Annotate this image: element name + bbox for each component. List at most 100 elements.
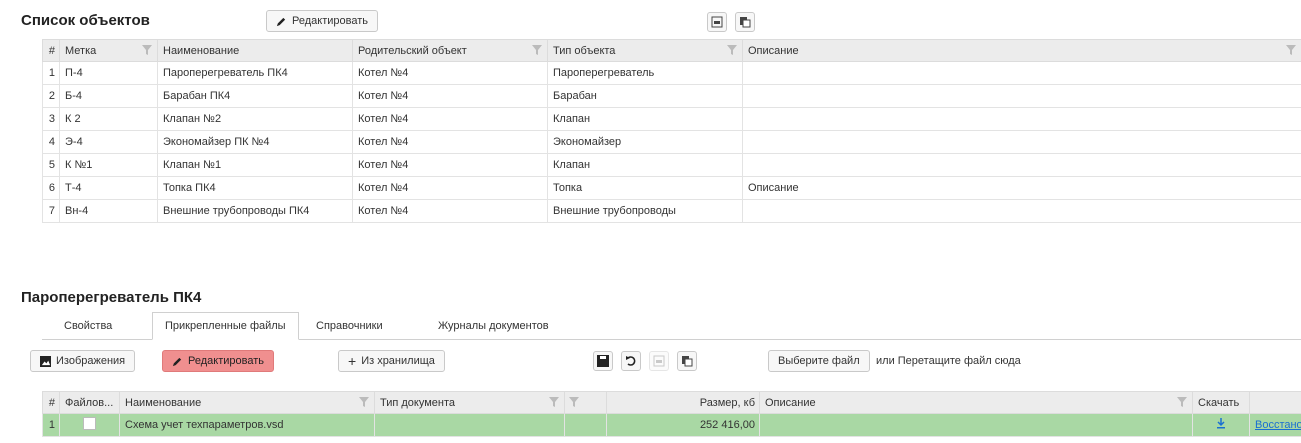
cell-parent: Котел №4 (352, 153, 548, 177)
cell-index: 6 (42, 176, 60, 200)
col-mark[interactable]: Метка (59, 39, 158, 62)
tab-document-journals[interactable]: Журналы документов (426, 312, 561, 340)
from-storage-button[interactable]: + Из хранилища (338, 350, 445, 372)
col-index[interactable]: # (42, 39, 60, 62)
files-col-name[interactable]: Наименование (119, 391, 375, 414)
table-row[interactable]: 5 К №1 Клапан №1 Котел №4 Клапан (42, 153, 1301, 177)
copy-icon (740, 17, 751, 28)
cell-parent: Котел №4 (352, 84, 548, 108)
file-checkbox[interactable] (83, 417, 96, 430)
col-type[interactable]: Тип объекта (547, 39, 743, 62)
cell-size: 252 416,00 (606, 413, 760, 437)
filter-icon[interactable] (359, 397, 369, 407)
cell-parent: Котел №4 (352, 61, 548, 85)
cell-index: 7 (42, 199, 60, 223)
tab-properties[interactable]: Свойства (52, 312, 124, 340)
col-parent-label: Родительский объект (358, 44, 467, 57)
col-desc[interactable]: Описание (742, 39, 1301, 62)
cell-restore[interactable]: Восстановить (1249, 413, 1301, 437)
cell-index: 4 (42, 130, 60, 154)
export-icon (711, 16, 723, 28)
cell-desc (742, 84, 1301, 108)
table-row[interactable]: 3 К 2 Клапан №2 Котел №4 Клапан (42, 107, 1301, 131)
filter-icon[interactable] (142, 45, 152, 55)
objects-title: Список объектов (21, 12, 150, 29)
choose-file-button[interactable]: Выберите файл (768, 350, 870, 372)
export-button[interactable] (649, 351, 669, 371)
files-col-file[interactable]: Файлов... (59, 391, 120, 414)
drop-zone-hint[interactable]: или Перетащите файл сюда (876, 355, 1021, 367)
filter-icon[interactable] (532, 45, 542, 55)
files-header-row: # Файлов... Наименование Тип документа Р… (42, 391, 1301, 414)
files-table: # Файлов... Наименование Тип документа Р… (42, 391, 1301, 437)
files-col-name-label: Наименование (125, 396, 202, 409)
detail-title: Пароперегреватель ПК4 (21, 289, 202, 306)
cell-name: Внешние трубопроводы ПК4 (157, 199, 353, 223)
images-label: Изображения (56, 355, 126, 367)
copy-button[interactable] (735, 12, 755, 32)
col-mark-label: Метка (65, 44, 97, 57)
filter-icon[interactable] (727, 45, 737, 55)
cell-index: 3 (42, 107, 60, 131)
files-col-restore[interactable] (1249, 391, 1301, 414)
files-edit-label: Редактировать (188, 355, 264, 367)
filter-icon[interactable] (1286, 45, 1296, 55)
files-edit-button[interactable]: Редактировать (162, 350, 274, 372)
col-name[interactable]: Наименование (157, 39, 353, 62)
table-row[interactable]: 6 Т-4 Топка ПК4 Котел №4 Топка Описание (42, 176, 1301, 200)
cell-index: 5 (42, 153, 60, 177)
save-button[interactable] (593, 351, 613, 371)
cell-index: 2 (42, 84, 60, 108)
images-button[interactable]: Изображения (30, 350, 136, 372)
cell-type: Топка (547, 176, 743, 200)
table-row[interactable]: 1 П-4 Пароперегреватель ПК4 Котел №4 Пар… (42, 61, 1301, 85)
objects-table: # Метка Наименование Родительский объект… (42, 39, 1301, 223)
files-col-download[interactable]: Скачать (1192, 391, 1250, 414)
cell-doctype (374, 413, 565, 437)
cell-type: Барабан (547, 84, 743, 108)
cell-file-checkbox[interactable] (59, 413, 120, 437)
cell-type: Внешние трубопроводы (547, 199, 743, 223)
cell-name: Топка ПК4 (157, 176, 353, 200)
col-parent[interactable]: Родительский объект (352, 39, 548, 62)
table-row[interactable]: 4 Э-4 Экономайзер ПК №4 Котел №4 Эконома… (42, 130, 1301, 154)
tab-attached-files[interactable]: Прикрепленные файлы (152, 312, 299, 340)
table-row[interactable]: 1 Схема учет техпараметров.vsd 252 416,0… (42, 413, 1301, 437)
files-col-doctype[interactable]: Тип документа (374, 391, 565, 414)
files-col-desc-label: Описание (765, 396, 816, 409)
files-col-index[interactable]: # (42, 391, 60, 414)
undo-button[interactable] (621, 351, 641, 371)
copy-files-button[interactable] (677, 351, 697, 371)
cell-mark: Вн-4 (59, 199, 158, 223)
filter-icon[interactable] (549, 397, 559, 407)
files-col-filter[interactable] (564, 391, 607, 414)
cell-parent: Котел №4 (352, 176, 548, 200)
undo-icon (626, 356, 636, 366)
cell-doctype-extra (564, 413, 607, 437)
restore-link[interactable]: Восстановить (1255, 419, 1301, 431)
from-storage-label: Из хранилища (361, 355, 435, 367)
export-excel-button[interactable] (707, 12, 727, 32)
files-col-size[interactable]: Размер, кб (606, 391, 760, 414)
cell-desc (742, 199, 1301, 223)
files-col-doctype-label: Тип документа (380, 396, 456, 409)
objects-edit-button[interactable]: Редактировать (266, 10, 378, 32)
cell-name: Клапан №1 (157, 153, 353, 177)
table-row[interactable]: 7 Вн-4 Внешние трубопроводы ПК4 Котел №4… (42, 199, 1301, 223)
filter-icon[interactable] (1177, 397, 1187, 407)
cell-desc (742, 61, 1301, 85)
choose-file-label: Выберите файл (778, 355, 860, 367)
cell-desc (742, 130, 1301, 154)
filter-icon[interactable] (569, 397, 579, 407)
cell-desc (742, 107, 1301, 131)
cell-type: Пароперегреватель (547, 61, 743, 85)
cell-type: Клапан (547, 153, 743, 177)
objects-edit-label: Редактировать (292, 15, 368, 27)
table-row[interactable]: 2 Б-4 Барабан ПК4 Котел №4 Барабан (42, 84, 1301, 108)
cell-download[interactable] (1192, 413, 1250, 437)
cell-parent: Котел №4 (352, 130, 548, 154)
files-col-desc[interactable]: Описание (759, 391, 1193, 414)
cell-type: Экономайзер (547, 130, 743, 154)
tab-references[interactable]: Справочники (304, 312, 395, 340)
download-icon[interactable] (1216, 418, 1226, 429)
